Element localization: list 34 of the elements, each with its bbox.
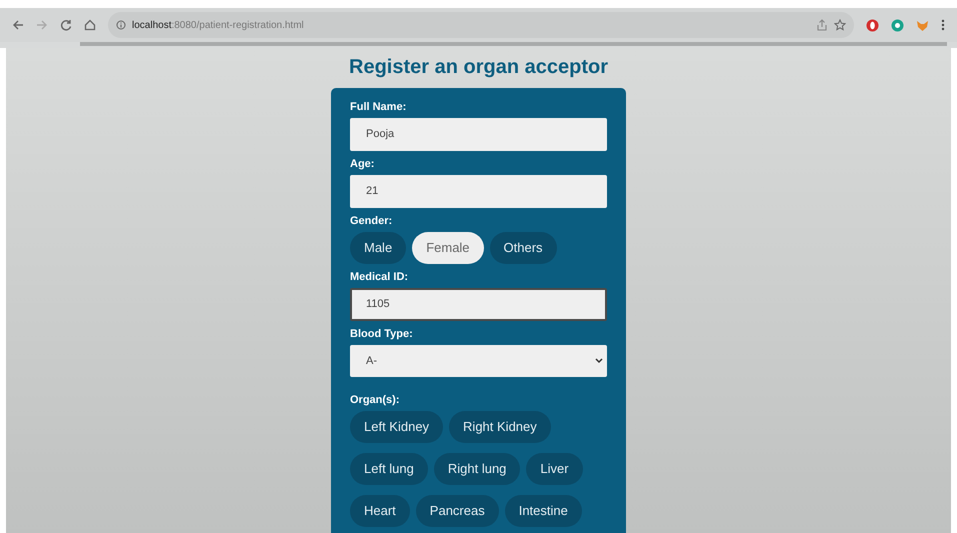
- option-chip[interactable]: Female: [412, 232, 484, 264]
- back-icon[interactable]: [12, 19, 24, 31]
- address-bar[interactable]: localhost:8080/patient-registration.html: [108, 12, 854, 38]
- option-chip[interactable]: Heart: [350, 495, 410, 527]
- chevron-down-icon: [595, 358, 603, 364]
- option-chip[interactable]: Left lung: [350, 453, 428, 485]
- menu-icon[interactable]: [941, 19, 945, 31]
- info-icon: [116, 20, 126, 30]
- field-label: Full Name:: [350, 100, 408, 114]
- field-label: Gender:: [350, 214, 394, 228]
- option-chip[interactable]: Intestine: [504, 495, 582, 527]
- option-chip[interactable]: Right lung: [434, 453, 520, 485]
- field-label: Age:: [350, 157, 376, 171]
- option-chip[interactable]: Liver: [526, 453, 583, 485]
- field-label: Medical ID:: [350, 270, 410, 284]
- input-field[interactable]: 21: [350, 175, 607, 208]
- field-label: Blood Type:: [350, 327, 414, 341]
- input-field[interactable]: Pooja: [350, 118, 607, 151]
- option-chip[interactable]: Others: [490, 232, 557, 264]
- option-chip[interactable]: Right Kidney: [449, 411, 551, 443]
- option-chip[interactable]: Male: [350, 232, 406, 264]
- reload-icon[interactable]: [60, 19, 72, 31]
- star-icon[interactable]: [834, 19, 846, 31]
- field-label: Organ(s):: [350, 393, 400, 407]
- option-chip[interactable]: Left Kidney: [350, 411, 444, 443]
- blood-type-select[interactable]: A-: [350, 345, 607, 377]
- page-title: Register an organ acceptor: [349, 55, 608, 80]
- url-text: localhost:8080/patient-registration.html: [132, 18, 304, 32]
- extension-icon[interactable]: [891, 18, 904, 32]
- home-icon[interactable]: [84, 19, 96, 31]
- share-icon[interactable]: [816, 19, 828, 31]
- option-chip[interactable]: Pancreas: [416, 495, 499, 527]
- input-field[interactable]: 1105: [350, 288, 607, 321]
- extension-icon[interactable]: [866, 18, 879, 32]
